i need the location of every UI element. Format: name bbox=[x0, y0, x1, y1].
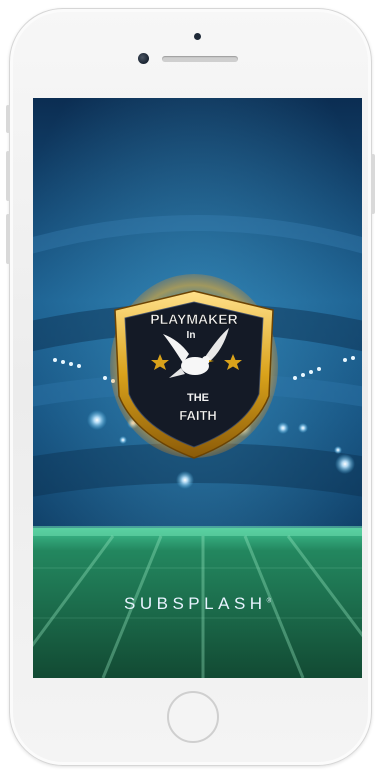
registered-mark: ® bbox=[266, 598, 271, 605]
playmaker-logo: PLAYMAKER In THE FAITH bbox=[110, 274, 278, 459]
power-button bbox=[371, 154, 375, 214]
earpiece-speaker bbox=[162, 56, 238, 62]
front-camera-icon bbox=[138, 53, 149, 64]
brand-name: SUBSPLASH bbox=[124, 594, 267, 613]
logo-line-in: In bbox=[187, 330, 196, 341]
subsplash-brand: SUBSPLASH® bbox=[33, 594, 362, 614]
splash-screen: PLAYMAKER In THE FAITH SUBSPLASH® bbox=[33, 98, 362, 678]
logo-line-the: THE bbox=[187, 392, 209, 404]
proximity-sensor bbox=[194, 33, 201, 40]
home-button[interactable] bbox=[167, 691, 219, 743]
volume-up-button bbox=[6, 151, 10, 201]
volume-down-button bbox=[6, 214, 10, 264]
logo-line-faith: FAITH bbox=[179, 408, 217, 423]
logo-line-playmaker: PLAYMAKER bbox=[150, 311, 237, 327]
mute-switch bbox=[6, 105, 10, 133]
stadium-background: PLAYMAKER In THE FAITH bbox=[33, 98, 362, 678]
